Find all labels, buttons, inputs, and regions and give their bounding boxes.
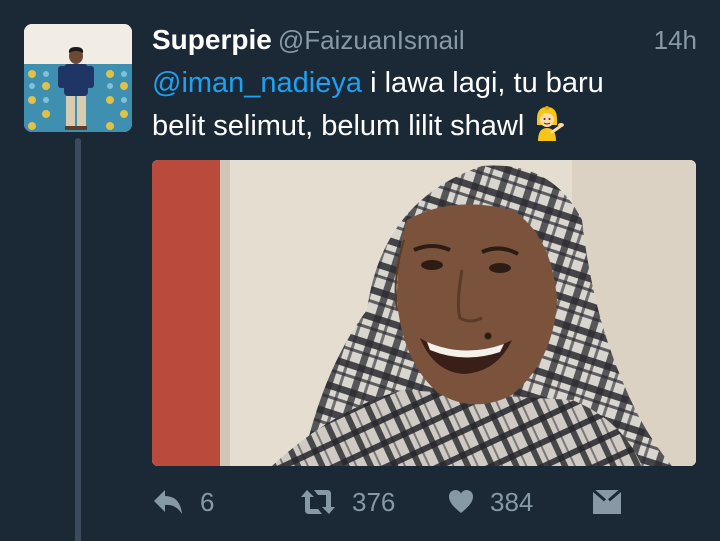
- retweet-count: 376: [352, 486, 396, 517]
- reply-count: 6: [200, 486, 215, 517]
- heart-icon: [449, 490, 473, 513]
- avatar[interactable]: [24, 24, 132, 132]
- woman-tipping-hand-emoji-icon: [530, 105, 565, 141]
- timestamp[interactable]: 14h: [654, 22, 697, 58]
- mention-link[interactable]: @iman_nadieya: [152, 67, 362, 99]
- photo-image: [152, 160, 696, 466]
- tweet-header: Superpie @FaizuanIsmail 14h: [152, 22, 697, 58]
- direct-message-button[interactable]: [592, 480, 622, 524]
- tweet: Superpie @FaizuanIsmail 14h @iman_nadieya…: [0, 0, 720, 541]
- tweet-text-line2: belit selimut, belum lilit shawl: [152, 110, 525, 142]
- tweet-photo[interactable]: [152, 160, 696, 466]
- reply-button[interactable]: 6: [152, 480, 214, 524]
- user-handle[interactable]: @FaizuanIsmail: [278, 25, 465, 55]
- like-button[interactable]: 384: [448, 480, 533, 524]
- direct-message-icon: [592, 489, 622, 514]
- thread-line: [75, 138, 81, 541]
- tweet-text-line1: i lawa lagi, tu baru: [362, 67, 604, 99]
- like-count: 384: [490, 486, 534, 517]
- tweet-actions: 6 376 384: [152, 480, 697, 524]
- retweet-button[interactable]: 376: [300, 480, 395, 524]
- retweet-icon: [301, 490, 335, 514]
- tweet-text: @iman_nadieya i lawa lagi, tu baru belit…: [152, 62, 697, 148]
- reply-icon: [154, 490, 182, 514]
- display-name[interactable]: Superpie: [152, 24, 272, 55]
- avatar-image: [24, 24, 132, 132]
